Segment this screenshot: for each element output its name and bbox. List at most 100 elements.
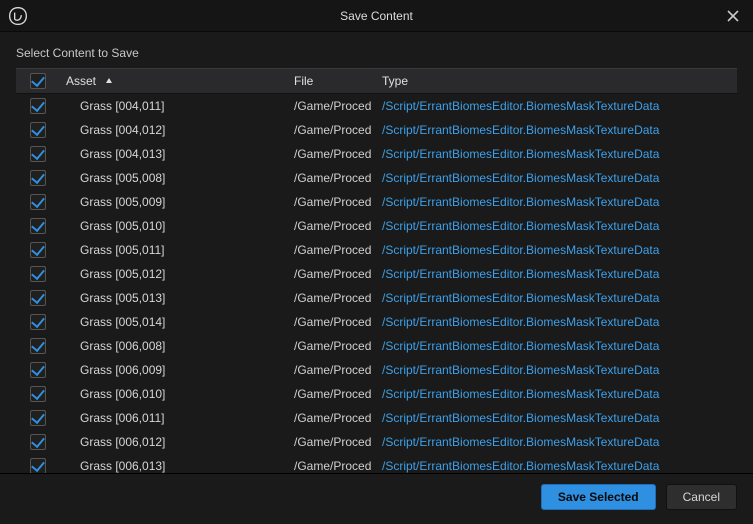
row-file-path: /Game/Proced <box>288 334 376 358</box>
row-checkbox[interactable] <box>30 122 46 138</box>
row-file-path: /Game/Proced <box>288 166 376 190</box>
row-asset-name: Grass [006,008] <box>60 334 288 358</box>
row-file-path: /Game/Proced <box>288 262 376 286</box>
row-asset-name: Grass [005,010] <box>60 214 288 238</box>
table-row[interactable]: Grass [005,012]/Game/Proced/Script/Erran… <box>16 262 737 286</box>
row-type-link[interactable]: /Script/ErrantBiomesEditor.BiomesMaskTex… <box>376 406 737 430</box>
row-file-path: /Game/Proced <box>288 118 376 142</box>
row-file-path: /Game/Proced <box>288 406 376 430</box>
table-row[interactable]: Grass [006,013]/Game/Proced/Script/Erran… <box>16 454 737 474</box>
row-asset-name: Grass [006,009] <box>60 358 288 382</box>
row-checkbox[interactable] <box>30 170 46 186</box>
row-file-path: /Game/Proced <box>288 142 376 166</box>
sort-ascending-icon <box>105 74 113 88</box>
app-logo-icon <box>6 4 30 28</box>
column-header-file[interactable]: File <box>288 69 376 94</box>
row-checkbox[interactable] <box>30 410 46 426</box>
row-file-path: /Game/Proced <box>288 358 376 382</box>
row-type-link[interactable]: /Script/ErrantBiomesEditor.BiomesMaskTex… <box>376 166 737 190</box>
row-file-path: /Game/Proced <box>288 430 376 454</box>
table-row[interactable]: Grass [006,008]/Game/Proced/Script/Erran… <box>16 334 737 358</box>
table-row[interactable]: Grass [005,010]/Game/Proced/Script/Erran… <box>16 214 737 238</box>
cancel-button[interactable]: Cancel <box>666 484 737 510</box>
column-header-asset-label: Asset <box>66 74 96 88</box>
row-type-link[interactable]: /Script/ErrantBiomesEditor.BiomesMaskTex… <box>376 118 737 142</box>
row-checkbox[interactable] <box>30 434 46 450</box>
row-asset-name: Grass [005,013] <box>60 286 288 310</box>
row-type-link[interactable]: /Script/ErrantBiomesEditor.BiomesMaskTex… <box>376 334 737 358</box>
asset-table: Asset File Type Grass [004,011]/Game/Pro… <box>16 68 737 473</box>
row-file-path: /Game/Proced <box>288 286 376 310</box>
row-checkbox[interactable] <box>30 98 46 114</box>
row-type-link[interactable]: /Script/ErrantBiomesEditor.BiomesMaskTex… <box>376 238 737 262</box>
row-asset-name: Grass [006,013] <box>60 454 288 474</box>
row-type-link[interactable]: /Script/ErrantBiomesEditor.BiomesMaskTex… <box>376 286 737 310</box>
title-bar: Save Content <box>0 0 753 32</box>
table-row[interactable]: Grass [004,013]/Game/Proced/Script/Erran… <box>16 142 737 166</box>
row-file-path: /Game/Proced <box>288 190 376 214</box>
table-row[interactable]: Grass [005,013]/Game/Proced/Script/Erran… <box>16 286 737 310</box>
row-type-link[interactable]: /Script/ErrantBiomesEditor.BiomesMaskTex… <box>376 94 737 118</box>
asset-table-container: Asset File Type Grass [004,011]/Game/Pro… <box>16 68 737 473</box>
table-row[interactable]: Grass [006,010]/Game/Proced/Script/Erran… <box>16 382 737 406</box>
row-asset-name: Grass [006,010] <box>60 382 288 406</box>
column-header-type-label: Type <box>382 74 408 88</box>
table-row[interactable]: Grass [005,014]/Game/Proced/Script/Erran… <box>16 310 737 334</box>
column-header-file-label: File <box>294 74 313 88</box>
row-asset-name: Grass [004,011] <box>60 94 288 118</box>
table-row[interactable]: Grass [006,012]/Game/Proced/Script/Erran… <box>16 430 737 454</box>
table-row[interactable]: Grass [006,011]/Game/Proced/Script/Erran… <box>16 406 737 430</box>
row-asset-name: Grass [005,012] <box>60 262 288 286</box>
row-type-link[interactable]: /Script/ErrantBiomesEditor.BiomesMaskTex… <box>376 214 737 238</box>
table-row[interactable]: Grass [004,012]/Game/Proced/Script/Erran… <box>16 118 737 142</box>
row-checkbox[interactable] <box>30 386 46 402</box>
row-checkbox[interactable] <box>30 218 46 234</box>
table-row[interactable]: Grass [005,011]/Game/Proced/Script/Erran… <box>16 238 737 262</box>
row-type-link[interactable]: /Script/ErrantBiomesEditor.BiomesMaskTex… <box>376 142 737 166</box>
column-header-checkbox[interactable] <box>16 69 60 94</box>
row-file-path: /Game/Proced <box>288 238 376 262</box>
row-asset-name: Grass [004,012] <box>60 118 288 142</box>
row-file-path: /Game/Proced <box>288 382 376 406</box>
row-checkbox[interactable] <box>30 314 46 330</box>
column-header-type[interactable]: Type <box>376 69 737 94</box>
row-type-link[interactable]: /Script/ErrantBiomesEditor.BiomesMaskTex… <box>376 262 737 286</box>
row-asset-name: Grass [006,011] <box>60 406 288 430</box>
row-file-path: /Game/Proced <box>288 214 376 238</box>
row-type-link[interactable]: /Script/ErrantBiomesEditor.BiomesMaskTex… <box>376 454 737 474</box>
row-type-link[interactable]: /Script/ErrantBiomesEditor.BiomesMaskTex… <box>376 190 737 214</box>
row-asset-name: Grass [004,013] <box>60 142 288 166</box>
row-type-link[interactable]: /Script/ErrantBiomesEditor.BiomesMaskTex… <box>376 430 737 454</box>
row-checkbox[interactable] <box>30 242 46 258</box>
row-asset-name: Grass [005,014] <box>60 310 288 334</box>
close-icon <box>727 10 739 22</box>
row-file-path: /Game/Proced <box>288 94 376 118</box>
row-checkbox[interactable] <box>30 266 46 282</box>
row-asset-name: Grass [005,008] <box>60 166 288 190</box>
row-checkbox[interactable] <box>30 362 46 378</box>
close-button[interactable] <box>719 2 747 30</box>
dialog-subtitle: Select Content to Save <box>0 32 753 68</box>
column-header-asset[interactable]: Asset <box>60 69 288 94</box>
asset-table-scroll[interactable]: Asset File Type Grass [004,011]/Game/Pro… <box>16 68 737 473</box>
row-checkbox[interactable] <box>30 338 46 354</box>
select-all-checkbox[interactable] <box>30 73 46 89</box>
row-type-link[interactable]: /Script/ErrantBiomesEditor.BiomesMaskTex… <box>376 310 737 334</box>
row-checkbox[interactable] <box>30 458 46 474</box>
row-checkbox[interactable] <box>30 146 46 162</box>
dialog-footer: Save Selected Cancel <box>0 473 753 524</box>
row-file-path: /Game/Proced <box>288 454 376 474</box>
row-file-path: /Game/Proced <box>288 310 376 334</box>
table-row[interactable]: Grass [005,009]/Game/Proced/Script/Erran… <box>16 190 737 214</box>
row-type-link[interactable]: /Script/ErrantBiomesEditor.BiomesMaskTex… <box>376 382 737 406</box>
row-asset-name: Grass [005,009] <box>60 190 288 214</box>
row-asset-name: Grass [005,011] <box>60 238 288 262</box>
table-row[interactable]: Grass [006,009]/Game/Proced/Script/Erran… <box>16 358 737 382</box>
save-selected-button[interactable]: Save Selected <box>541 484 656 510</box>
table-row[interactable]: Grass [004,011]/Game/Proced/Script/Erran… <box>16 94 737 118</box>
row-type-link[interactable]: /Script/ErrantBiomesEditor.BiomesMaskTex… <box>376 358 737 382</box>
window-title: Save Content <box>0 9 753 23</box>
row-checkbox[interactable] <box>30 194 46 210</box>
table-row[interactable]: Grass [005,008]/Game/Proced/Script/Erran… <box>16 166 737 190</box>
row-checkbox[interactable] <box>30 290 46 306</box>
